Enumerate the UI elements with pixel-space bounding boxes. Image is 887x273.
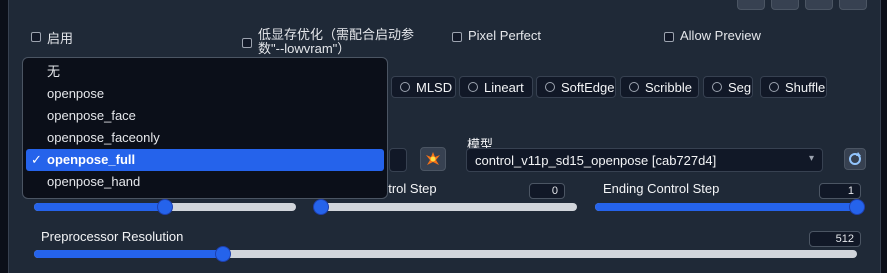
preprocessor-select[interactable] (389, 148, 407, 172)
preprocessor-dropdown-menu: 无 openpose openpose_face openpose_faceon… (22, 57, 388, 199)
radio-dot (400, 82, 410, 92)
radio-dot (712, 82, 722, 92)
checkbox-box[interactable] (31, 32, 41, 42)
top-button-2[interactable] (771, 0, 799, 10)
control-type-softedge[interactable]: SoftEdge (536, 76, 616, 98)
control-type-mlsd[interactable]: MLSD (391, 76, 456, 98)
slider-thumb[interactable] (849, 199, 865, 215)
option-label: openpose_face (47, 108, 136, 123)
top-button-4[interactable] (839, 0, 867, 10)
slider-thumb[interactable] (157, 199, 173, 215)
dropdown-option[interactable]: 无 (26, 61, 384, 83)
option-label: openpose_faceonly (47, 130, 160, 145)
radio-label: Seg (728, 79, 752, 95)
enable-checkbox[interactable]: 启用 (31, 28, 73, 47)
radio-label: Shuffle (785, 79, 826, 95)
starting-step-label: ntrol Step (381, 181, 437, 196)
radio-dot (545, 82, 555, 92)
checkbox-box[interactable] (664, 32, 674, 42)
control-type-shuffle[interactable]: Shuffle (760, 76, 827, 98)
allow-preview-checkbox[interactable]: Allow Preview (664, 28, 761, 43)
ending-step-value[interactable]: 1 (819, 183, 861, 199)
run-preprocessor-button[interactable] (420, 147, 446, 171)
pixel-perfect-label: Pixel Perfect (468, 28, 541, 43)
slider-thumb[interactable] (215, 246, 232, 262)
checkbox-box[interactable] (242, 38, 252, 48)
ending-step-label: Ending Control Step (603, 181, 720, 196)
option-label: openpose_full (47, 152, 136, 167)
ending-step-slider[interactable] (595, 199, 865, 215)
refresh-models-button[interactable] (844, 148, 866, 170)
pixel-perfect-checkbox[interactable]: Pixel Perfect (452, 28, 541, 43)
radio-label: MLSD (416, 79, 453, 95)
slider-fill (595, 203, 857, 211)
control-type-seg[interactable]: Seg (703, 76, 753, 98)
enable-label: 启用 (47, 31, 74, 46)
model-select[interactable]: control_v11p_sd15_openpose [cab727d4] ▾ (466, 148, 823, 172)
control-type-scribble[interactable]: Scribble (620, 76, 699, 98)
refresh-icon (849, 152, 861, 165)
preprocessor-resolution-slider[interactable] (34, 246, 857, 262)
starting-step-slider[interactable] (313, 199, 577, 215)
check-icon: ✓ (31, 152, 42, 167)
control-type-lineart[interactable]: Lineart (459, 76, 533, 98)
slider-fill (34, 203, 165, 211)
checkbox-box[interactable] (452, 32, 462, 42)
preprocessor-resolution-label: Preprocessor Resolution (41, 229, 184, 244)
lowvram-checkbox[interactable]: 低显存优化（需配合启动参数"--lowvram"） (242, 28, 422, 56)
allow-preview-label: Allow Preview (680, 28, 761, 43)
dropdown-option[interactable]: ✓ openpose_full (26, 149, 384, 171)
option-label: 无 (47, 64, 61, 79)
dropdown-option[interactable]: openpose_face (26, 105, 384, 127)
dropdown-option[interactable]: openpose_faceonly (26, 127, 384, 149)
dropdown-option[interactable]: openpose_hand (26, 171, 384, 193)
starting-step-value[interactable]: 0 (529, 183, 565, 199)
radio-label: Scribble (645, 79, 692, 95)
top-button-1[interactable] (737, 0, 765, 10)
radio-label: Lineart (484, 79, 524, 95)
control-weight-slider[interactable] (34, 199, 296, 215)
top-button-3[interactable] (805, 0, 833, 10)
fire-icon (426, 152, 440, 165)
chevron-down-icon: ▾ (808, 153, 814, 164)
option-label: openpose_hand (47, 174, 141, 189)
slider-fill (34, 250, 224, 258)
lowvram-label: 低显存优化（需配合启动参数"--lowvram"） (258, 27, 415, 56)
radio-dot (629, 82, 639, 92)
radio-dot (468, 82, 478, 92)
dropdown-option[interactable]: openpose (26, 83, 384, 105)
radio-label: SoftEdge (561, 79, 615, 95)
option-label: openpose (47, 86, 105, 101)
preprocessor-resolution-value[interactable]: 512 (809, 231, 861, 247)
model-value: control_v11p_sd15_openpose [cab727d4] (475, 152, 717, 168)
slider-thumb[interactable] (313, 199, 329, 215)
radio-dot (769, 82, 779, 92)
